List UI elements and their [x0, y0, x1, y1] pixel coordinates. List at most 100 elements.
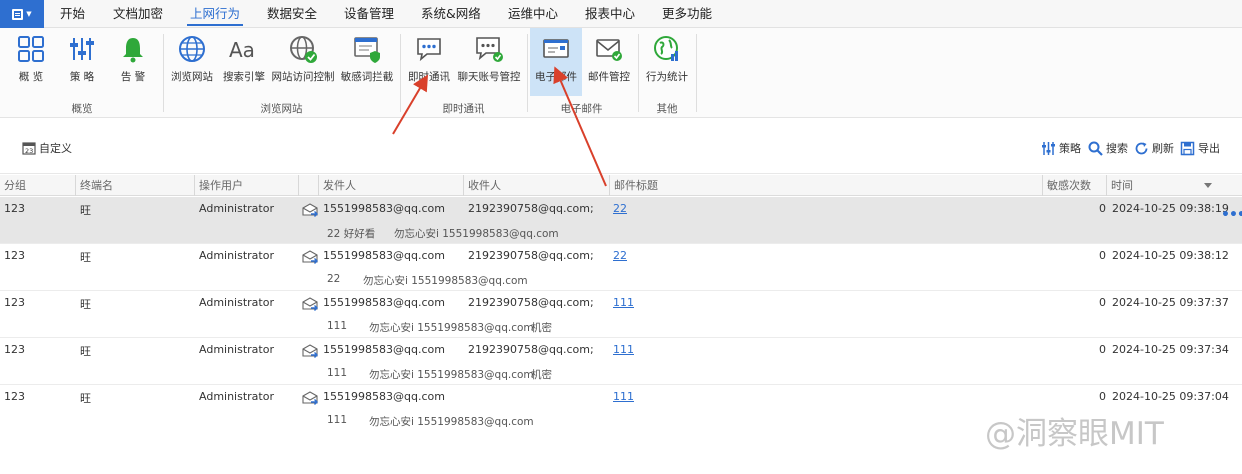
- website-access-control-label: 网站访问控制: [271, 71, 335, 83]
- tab-device-management[interactable]: 设备管理: [344, 0, 394, 28]
- group-label-im: 即时通讯: [442, 103, 485, 115]
- cell-subject-link[interactable]: 111: [613, 296, 634, 309]
- cell-subject-link[interactable]: 111: [613, 343, 634, 356]
- cell-recipient: 2192390758@qq.com;: [468, 296, 594, 309]
- cell-sender: 1551998583@qq.com: [323, 390, 445, 403]
- more-options-icon[interactable]: •••: [1221, 207, 1242, 223]
- browse-website-button[interactable]: 浏览网站: [168, 28, 216, 96]
- app-menu-button[interactable]: ▼: [0, 0, 44, 28]
- cell-subject-link[interactable]: 111: [613, 390, 634, 403]
- alert-button[interactable]: 告 警: [112, 28, 154, 96]
- preview-from: 勿忘心安i 1551998583@qq.com: [363, 275, 528, 287]
- export-label: 导出: [1198, 142, 1220, 155]
- search-engine-button[interactable]: Aa 搜索引擎: [221, 28, 267, 96]
- chat-settings-icon: [472, 32, 506, 66]
- search-button[interactable]: 搜索: [1088, 140, 1128, 156]
- custom-button[interactable]: 23 自定义: [22, 140, 72, 156]
- column-header-recipient[interactable]: 收件人: [464, 175, 501, 196]
- sensitive-word-block-button[interactable]: 敏感词拦截: [339, 28, 395, 96]
- search-engine-label: 搜索引擎: [223, 71, 265, 83]
- tab-ops-center[interactable]: 运维中心: [508, 0, 558, 28]
- cell-subject-link[interactable]: 22: [613, 202, 627, 215]
- behavior-statistics-button[interactable]: 行为统计: [643, 28, 691, 96]
- behavior-statistics-label: 行为统计: [646, 71, 688, 83]
- preview-title: 22: [327, 273, 341, 285]
- app-menu-icon: [12, 8, 24, 20]
- table-row[interactable]: 123 旺 Administrator 1551998583@qq.com 21…: [0, 197, 1242, 244]
- instant-messaging-button[interactable]: 即时通讯: [405, 28, 453, 96]
- table-row[interactable]: 123 旺 Administrator 1551998583@qq.com 21…: [0, 244, 1242, 291]
- email-control-button[interactable]: 邮件管控: [585, 28, 633, 96]
- cell-recipient: 2192390758@qq.com;: [468, 343, 594, 356]
- cell-user: Administrator: [199, 390, 274, 403]
- column-header-time[interactable]: 时间: [1107, 175, 1133, 196]
- group-separator: [400, 34, 401, 112]
- table-row[interactable]: 123 旺 Administrator 1551998583@qq.com 21…: [0, 338, 1242, 385]
- search-icon: [1088, 141, 1103, 156]
- cell-sender: 1551998583@qq.com: [323, 343, 445, 356]
- svg-text:Aa: Aa: [229, 38, 255, 62]
- preview-from: 勿忘心安i 1551998583@qq.com: [369, 369, 534, 381]
- group-label-browse: 浏览网站: [260, 103, 303, 115]
- column-header-sender[interactable]: 发件人: [319, 175, 356, 196]
- bell-icon: [116, 32, 150, 66]
- calendar-icon: 23: [22, 142, 36, 155]
- chat-account-control-label: 聊天账号管控: [457, 71, 521, 83]
- chat-bubble-icon: [412, 32, 446, 66]
- preview-extra: 机密: [531, 322, 552, 334]
- strategy-button[interactable]: 策 略: [61, 28, 103, 96]
- cell-recipient: 2192390758@qq.com;: [468, 249, 594, 262]
- globe-icon: [175, 32, 209, 66]
- preview-from: 勿忘心安i 1551998583@qq.com: [394, 228, 559, 240]
- cell-sensitive-count: 0: [1099, 249, 1106, 262]
- column-header-subject[interactable]: 邮件标题: [610, 175, 658, 196]
- cell-terminal: 旺: [80, 298, 91, 311]
- cell-user: Administrator: [199, 343, 274, 356]
- cell-sensitive-count: 0: [1099, 296, 1106, 309]
- tab-web-behavior[interactable]: 上网行为: [186, 0, 244, 28]
- cell-sender: 1551998583@qq.com: [323, 249, 445, 262]
- svg-text:23: 23: [25, 147, 33, 155]
- strategy-toolbar-label: 策略: [1059, 142, 1081, 155]
- email-button[interactable]: 电子邮件: [530, 28, 582, 96]
- cell-user: Administrator: [199, 202, 274, 215]
- strategy-toolbar-button[interactable]: 策略: [1041, 140, 1081, 156]
- cell-group: 123: [4, 249, 25, 262]
- overview-label: 概 览: [18, 71, 44, 83]
- tab-report-center[interactable]: 报表中心: [585, 0, 635, 28]
- font-aa-icon: Aa: [227, 32, 261, 66]
- tab-system-network[interactable]: 系统&网络: [421, 0, 481, 28]
- tab-doc-encryption[interactable]: 文档加密: [113, 0, 163, 28]
- cell-terminal: 旺: [80, 345, 91, 358]
- cell-subject-link[interactable]: 22: [613, 249, 627, 262]
- website-access-control-button[interactable]: 网站访问控制: [271, 28, 335, 96]
- refresh-icon: [1135, 142, 1148, 154]
- table-row[interactable]: 123 旺 Administrator 1551998583@qq.com 21…: [0, 291, 1242, 338]
- cell-group: 123: [4, 202, 25, 215]
- preview-title: 22 好好看: [327, 228, 376, 240]
- group-separator: [163, 34, 164, 112]
- preview-title: 111: [327, 414, 348, 426]
- overview-button[interactable]: 概 览: [10, 28, 52, 96]
- sent-mail-icon: [302, 250, 318, 264]
- globe-check-icon: [286, 32, 320, 66]
- column-header-group[interactable]: 分组: [0, 175, 26, 196]
- column-header-user[interactable]: 操作用户: [195, 175, 243, 196]
- sensitive-word-block-label: 敏感词拦截: [340, 71, 394, 83]
- cell-sensitive-count: 0: [1099, 202, 1106, 215]
- cell-sensitive-count: 0: [1099, 390, 1106, 403]
- email-label: 电子邮件: [535, 71, 577, 83]
- cell-time: 2024-10-25 09:37:34: [1112, 343, 1229, 356]
- export-button[interactable]: 导出: [1180, 140, 1220, 156]
- sort-descending-icon[interactable]: [1204, 183, 1212, 188]
- column-header-sensitive-count[interactable]: 敏感次数: [1043, 175, 1091, 196]
- tab-start[interactable]: 开始: [60, 0, 85, 28]
- grid-icon: [14, 32, 48, 66]
- tab-data-security[interactable]: 数据安全: [267, 0, 317, 28]
- refresh-button[interactable]: 刷新: [1134, 140, 1174, 156]
- tab-more-functions[interactable]: 更多功能: [662, 0, 712, 28]
- column-header-terminal[interactable]: 终端名: [76, 175, 113, 196]
- column-resize-handle[interactable]: [298, 175, 299, 196]
- table-header: 分组 终端名 操作用户 发件人 收件人 邮件标题 敏感次数 时间: [0, 175, 1242, 196]
- chat-account-control-button[interactable]: 聊天账号管控: [456, 28, 522, 96]
